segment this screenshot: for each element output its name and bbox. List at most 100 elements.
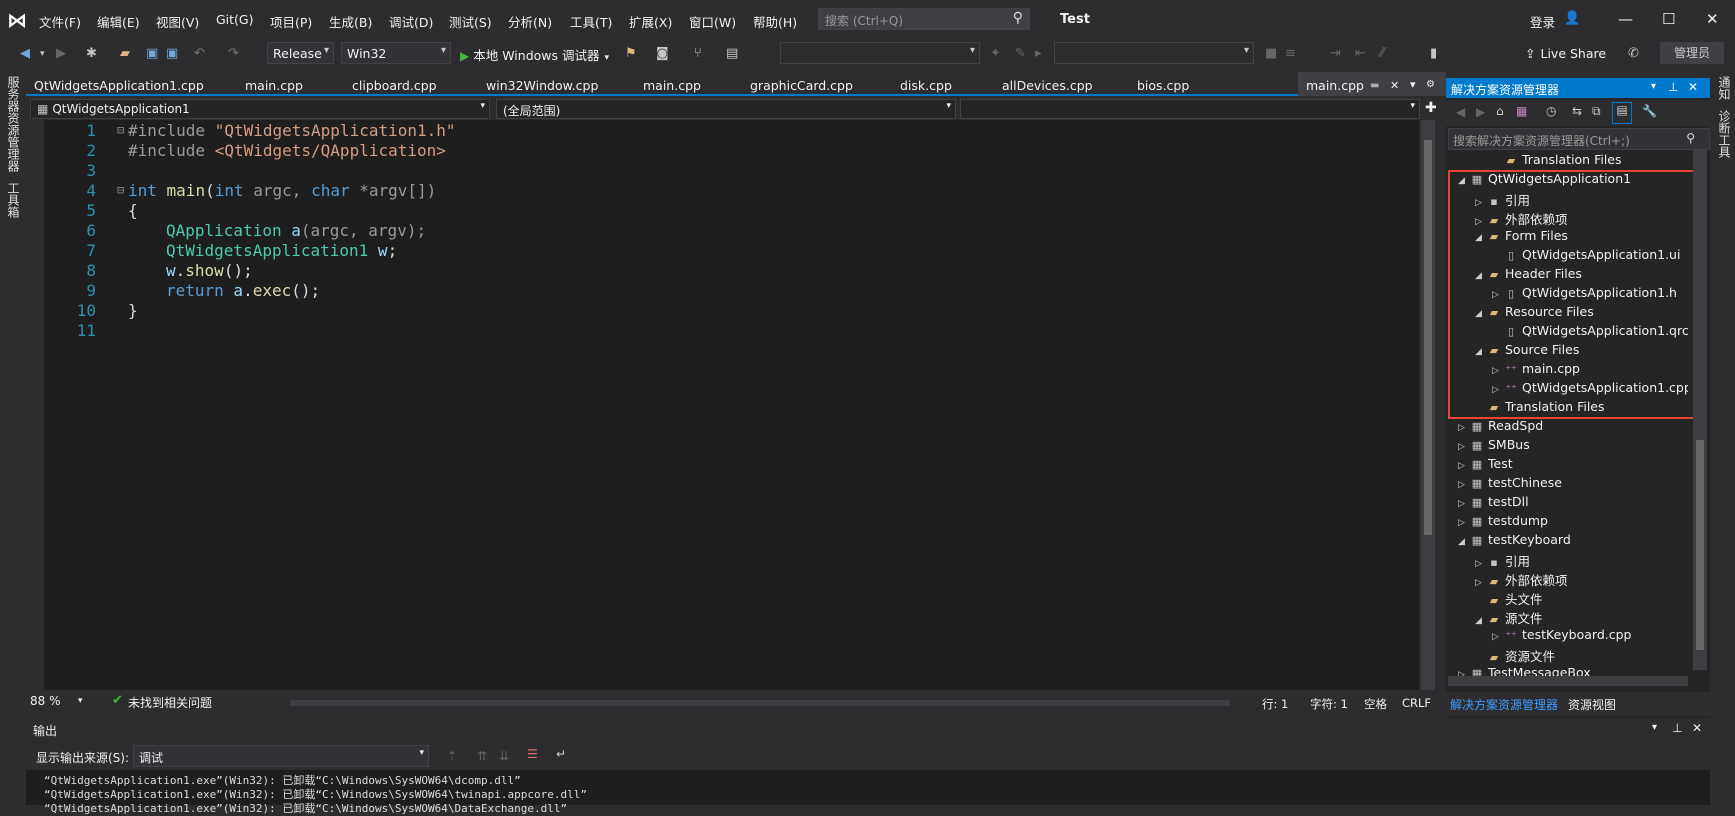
back-dropdown-icon[interactable]: ▾ (40, 49, 45, 59)
close-tab-icon[interactable]: ✕ (1390, 79, 1399, 92)
diagnostic-tools-tab[interactable]: 诊断工具 (1716, 110, 1733, 158)
tab-overflow-icon[interactable]: ▾ (1410, 78, 1416, 91)
tab-win32window-cpp[interactable]: win32Window.cpp (486, 78, 598, 93)
toolbox-tab[interactable]: 工具箱 (5, 182, 22, 218)
close-panel-icon[interactable]: ✕ (1688, 80, 1698, 94)
menu-window[interactable]: 窗口(W) (689, 12, 736, 31)
save-all-icon[interactable]: ▣ (166, 46, 178, 61)
breakpoint-icon[interactable]: ✦ (990, 46, 1001, 61)
tree-item[interactable]: ▷ ⁺⁺ testKeyboard.cpp (1492, 627, 1631, 642)
collapse-icon[interactable]: ⊟ (117, 123, 124, 137)
login-link[interactable]: 登录 (1530, 12, 1555, 31)
menu-project[interactable]: 项目(P) (270, 12, 312, 31)
pin-icon[interactable]: ⊥ (1668, 80, 1678, 94)
issues-status[interactable]: 未找到相关问题 (128, 694, 212, 711)
search-box[interactable]: 搜索 (Ctrl+Q) ⚲ (818, 8, 1030, 30)
forward-icon[interactable]: ▶ (1476, 105, 1485, 119)
screenshot-icon[interactable]: ◙ (656, 46, 669, 61)
tab-graphiccard-cpp[interactable]: graphicCard.cpp (750, 78, 853, 93)
collapsed-arrow-icon[interactable]: ▷ (1475, 578, 1487, 588)
whitespace-indicator[interactable]: 空格 (1364, 696, 1387, 712)
collapsed-arrow-icon[interactable]: ▷ (1458, 499, 1470, 509)
debug-target-dropdown[interactable]: ▾ (1054, 42, 1254, 64)
server-explorer-tab[interactable]: 服务器资源管理器 (5, 76, 22, 172)
menu-git[interactable]: Git(G) (216, 12, 254, 27)
start-debugging-button[interactable]: ▶ 本地 Windows 调试器 ▾ (460, 45, 609, 64)
tree-item[interactable]: ▷ ▦ testDll (1458, 494, 1529, 509)
format-icon[interactable]: ≡ (1285, 46, 1296, 61)
tab-disk-cpp[interactable]: disk.cpp (900, 78, 952, 93)
visual-studio-logo-icon[interactable]: ⋈ (6, 9, 28, 31)
tab-clipboard-cpp[interactable]: clipboard.cpp (352, 78, 437, 93)
back-icon[interactable]: ◀ (1456, 105, 1465, 119)
platform-dropdown[interactable]: Win32 ▾ (341, 42, 451, 64)
collapsed-arrow-icon[interactable]: ▷ (1458, 518, 1470, 528)
menu-edit[interactable]: 编辑(E) (97, 12, 140, 31)
pin-icon[interactable]: ▬ (1370, 80, 1379, 91)
tab-main-cpp[interactable]: main.cpp (245, 78, 303, 93)
minimize-icon[interactable]: — (1618, 10, 1633, 28)
char-indicator[interactable]: 字符: 1 (1310, 696, 1348, 712)
editor-scroll-thumb[interactable] (1424, 140, 1432, 535)
new-project-icon[interactable]: ✱ (86, 46, 97, 61)
code-editor[interactable] (44, 120, 1419, 690)
prev-message-icon[interactable]: ⇈ (477, 749, 487, 763)
tree-item[interactable]: ▷ ▦ ReadSpd (1458, 418, 1543, 433)
close-panel-icon[interactable]: ✕ (1692, 721, 1702, 735)
tree-item[interactable]: ◢ ▦ testKeyboard (1458, 532, 1571, 547)
tab-main-cpp-2[interactable]: main.cpp (643, 78, 701, 93)
output-source-dropdown[interactable]: 调试 ▾ (133, 745, 429, 767)
open-folder-icon[interactable]: ▰ (120, 46, 130, 61)
edit-icon[interactable]: ✎ (1015, 46, 1026, 61)
bookmark-icon[interactable]: ▮ (1430, 46, 1437, 61)
tab-solution-explorer[interactable]: 解决方案资源管理器 (1450, 696, 1558, 713)
back-icon[interactable]: ◀ (20, 46, 30, 61)
expanded-arrow-icon[interactable]: ◢ (1458, 537, 1470, 547)
tree-item[interactable]: ▰ 头文件 (1475, 589, 1543, 608)
menu-help[interactable]: 帮助(H) (753, 12, 797, 31)
project-scope-dropdown[interactable]: ▦ QtWidgetsApplication1 ▾ (30, 99, 490, 119)
outdent-icon[interactable]: ⇤ (1355, 46, 1366, 61)
save-icon[interactable]: ▣ (146, 46, 158, 61)
forward-icon[interactable]: ▶ (56, 46, 66, 61)
redo-icon[interactable]: ↷ (228, 46, 239, 61)
git-icon[interactable]: ⑂ (694, 46, 702, 61)
close-icon[interactable]: ✕ (1706, 10, 1719, 28)
editor-horizontal-scrollbar[interactable] (290, 700, 1230, 706)
menu-build[interactable]: 生成(B) (329, 12, 372, 31)
chevron-down-icon[interactable]: ▾ (78, 696, 83, 706)
configuration-dropdown[interactable]: Release ▾ (267, 42, 334, 64)
tree-item[interactable]: ▷ ▦ SMBus (1458, 437, 1530, 452)
split-editor-icon[interactable]: ✚ (1425, 100, 1437, 116)
solution-explorer-scroll-thumb[interactable] (1696, 440, 1704, 650)
tree-item[interactable]: ▰ 资源文件 (1475, 646, 1555, 665)
menu-debug[interactable]: 调试(D) (389, 12, 433, 31)
menu-extensions[interactable]: 扩展(X) (629, 12, 672, 31)
collapsed-arrow-icon[interactable]: ▷ (1458, 461, 1470, 471)
tab-qtwidgetsapplication1-cpp[interactable]: QtWidgetsApplication1.cpp (34, 78, 204, 93)
notifications-tab[interactable]: 通知 (1716, 76, 1733, 100)
undo-icon[interactable]: ↶ (194, 46, 205, 61)
show-all-files-icon[interactable]: ▤ (1612, 102, 1632, 124)
menu-analyze[interactable]: 分析(N) (508, 12, 552, 31)
collapse-icon[interactable]: ⊟ (117, 183, 124, 197)
stop-icon[interactable]: ■ (1265, 46, 1277, 61)
tab-alldevices-cpp[interactable]: allDevices.cpp (1002, 78, 1093, 93)
indent-icon[interactable]: ⇥ (1330, 46, 1341, 61)
comment-lines-icon[interactable]: ⁄⁄ (1380, 46, 1384, 61)
tab-resource-view[interactable]: 资源视图 (1568, 696, 1616, 713)
feedback-icon[interactable]: ✆ (1628, 46, 1639, 61)
menu-view[interactable]: 视图(V) (156, 12, 199, 31)
find-dropdown[interactable]: ▾ (780, 42, 980, 64)
tree-item[interactable]: ▷ ▦ Test (1458, 456, 1513, 471)
panel-menu-icon[interactable]: ▾ (1651, 81, 1656, 92)
pin-icon[interactable]: ⊥ (1672, 721, 1682, 735)
next-message-icon[interactable]: ⇊ (499, 749, 509, 763)
comment-icon[interactable]: ▤ (726, 46, 738, 61)
collapsed-arrow-icon[interactable]: ▷ (1458, 480, 1470, 490)
tree-item[interactable]: ▷ ▪ 引用 (1475, 551, 1530, 570)
word-wrap-icon[interactable]: ↵ (556, 747, 566, 761)
settings-icon[interactable]: ⚙ (1426, 79, 1435, 90)
line-ending-indicator[interactable]: CRLF (1402, 696, 1431, 710)
home-icon[interactable]: ⌂ (1496, 104, 1504, 118)
